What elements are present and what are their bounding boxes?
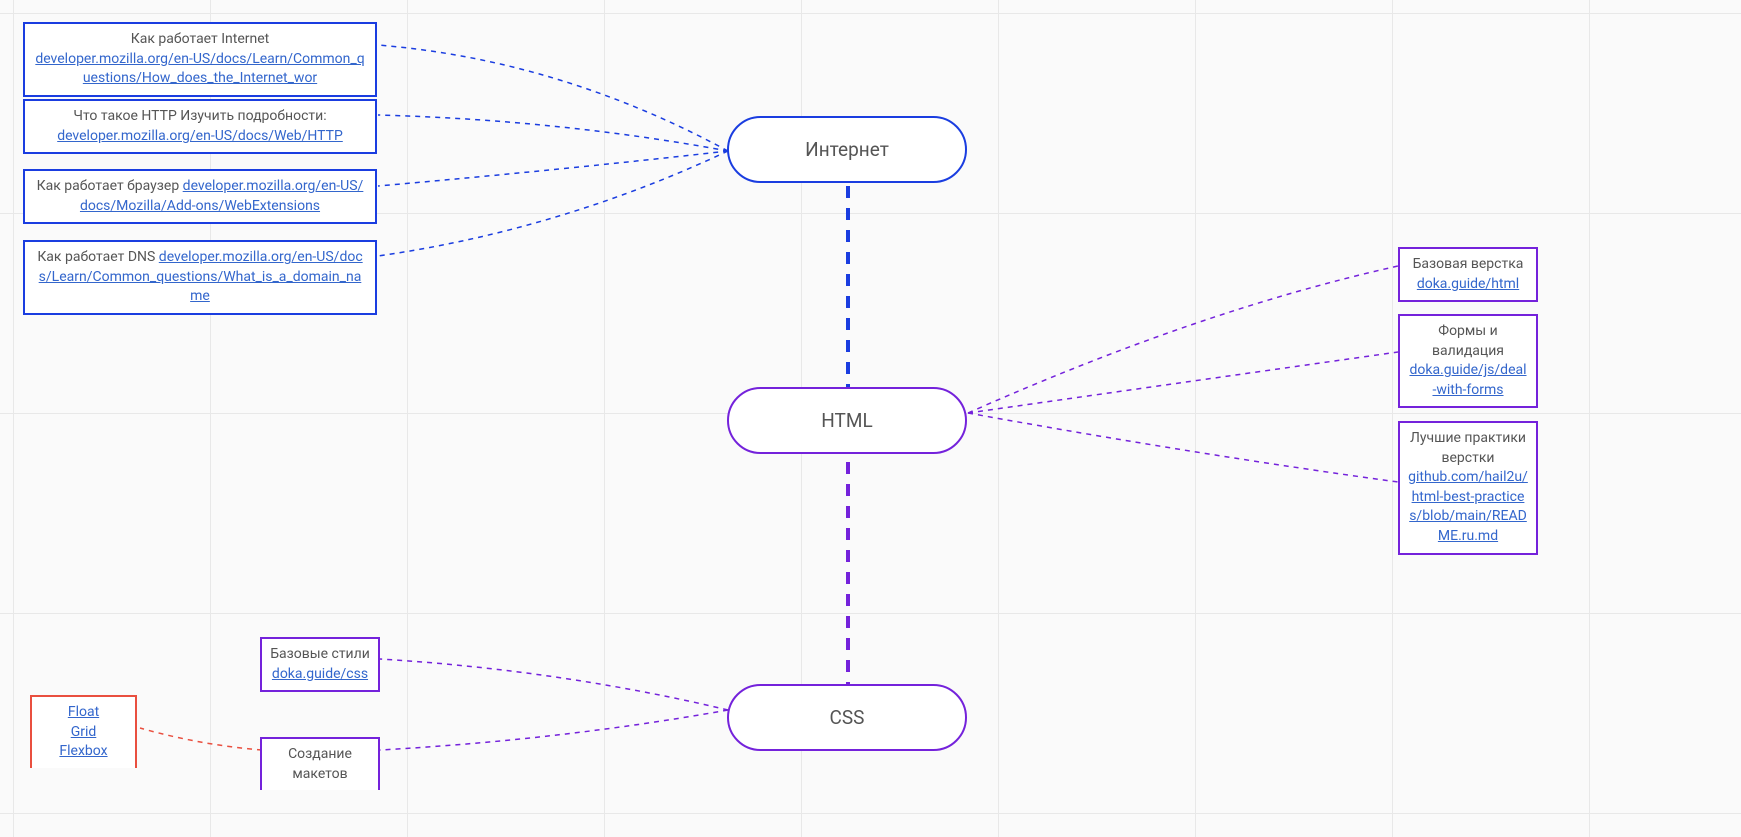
main-node-html-label: HTML	[821, 409, 872, 432]
main-node-internet-label: Интернет	[805, 138, 889, 161]
leaf-internet-0[interactable]: Как работает Internet developer.mozilla.…	[23, 22, 377, 97]
leaf-internet-2[interactable]: Как работает браузер developer.mozilla.o…	[23, 169, 377, 224]
leaf-css-sub-link-1[interactable]: Grid	[71, 724, 97, 740]
leaf-css-0-link[interactable]: doka.guide/css	[272, 666, 368, 682]
leaf-internet-2-text: Как работает браузер	[37, 178, 180, 194]
main-node-internet[interactable]: Интернет	[727, 116, 967, 183]
main-node-html[interactable]: HTML	[727, 387, 967, 454]
leaf-css-0[interactable]: Базовые стили doka.guide/css	[260, 637, 380, 692]
leaf-internet-1-link[interactable]: developer.mozilla.org/en-US/docs/Web/HTT…	[57, 128, 343, 144]
leaf-internet-1-text: Что такое HTTP Изучить подробности:	[73, 108, 326, 124]
leaf-css-1[interactable]: Создание макетов	[260, 737, 380, 790]
leaf-html-1-text: Формы и валидация	[1432, 323, 1504, 359]
leaf-css-1-text: Создание макетов	[288, 746, 352, 782]
leaf-html-1[interactable]: Формы и валидация doka.guide/js/deal-wit…	[1398, 314, 1538, 408]
leaf-css-0-text: Базовые стили	[270, 646, 370, 662]
leaf-internet-0-link[interactable]: developer.mozilla.org/en-US/docs/Learn/C…	[35, 51, 364, 87]
leaf-html-2-link[interactable]: github.com/hail2u/html-best-practices/bl…	[1408, 469, 1528, 544]
leaf-html-2[interactable]: Лучшие практики верстки github.com/hail2…	[1398, 421, 1538, 555]
leaf-css-sub[interactable]: Float Grid Flexbox	[30, 695, 137, 768]
leaf-internet-3[interactable]: Как работает DNS developer.mozilla.org/e…	[23, 240, 377, 315]
leaf-html-0-link[interactable]: doka.guide/html	[1417, 276, 1519, 292]
leaf-html-2-text: Лучшие практики верстки	[1410, 430, 1526, 466]
main-node-css-label: CSS	[830, 706, 865, 729]
leaf-internet-0-text: Как работает Internet	[131, 31, 270, 47]
main-node-css[interactable]: CSS	[727, 684, 967, 751]
leaf-html-0-text: Базовая верстка	[1413, 256, 1524, 272]
leaf-css-sub-link-2[interactable]: Flexbox	[59, 743, 107, 759]
leaf-internet-1[interactable]: Что такое HTTP Изучить подробности: deve…	[23, 99, 377, 154]
leaf-internet-3-text: Как работает DNS	[37, 249, 155, 265]
leaf-html-0[interactable]: Базовая верстка doka.guide/html	[1398, 247, 1538, 302]
leaf-html-1-link[interactable]: doka.guide/js/deal-with-forms	[1409, 362, 1526, 398]
leaf-css-sub-link-0[interactable]: Float	[68, 704, 99, 720]
